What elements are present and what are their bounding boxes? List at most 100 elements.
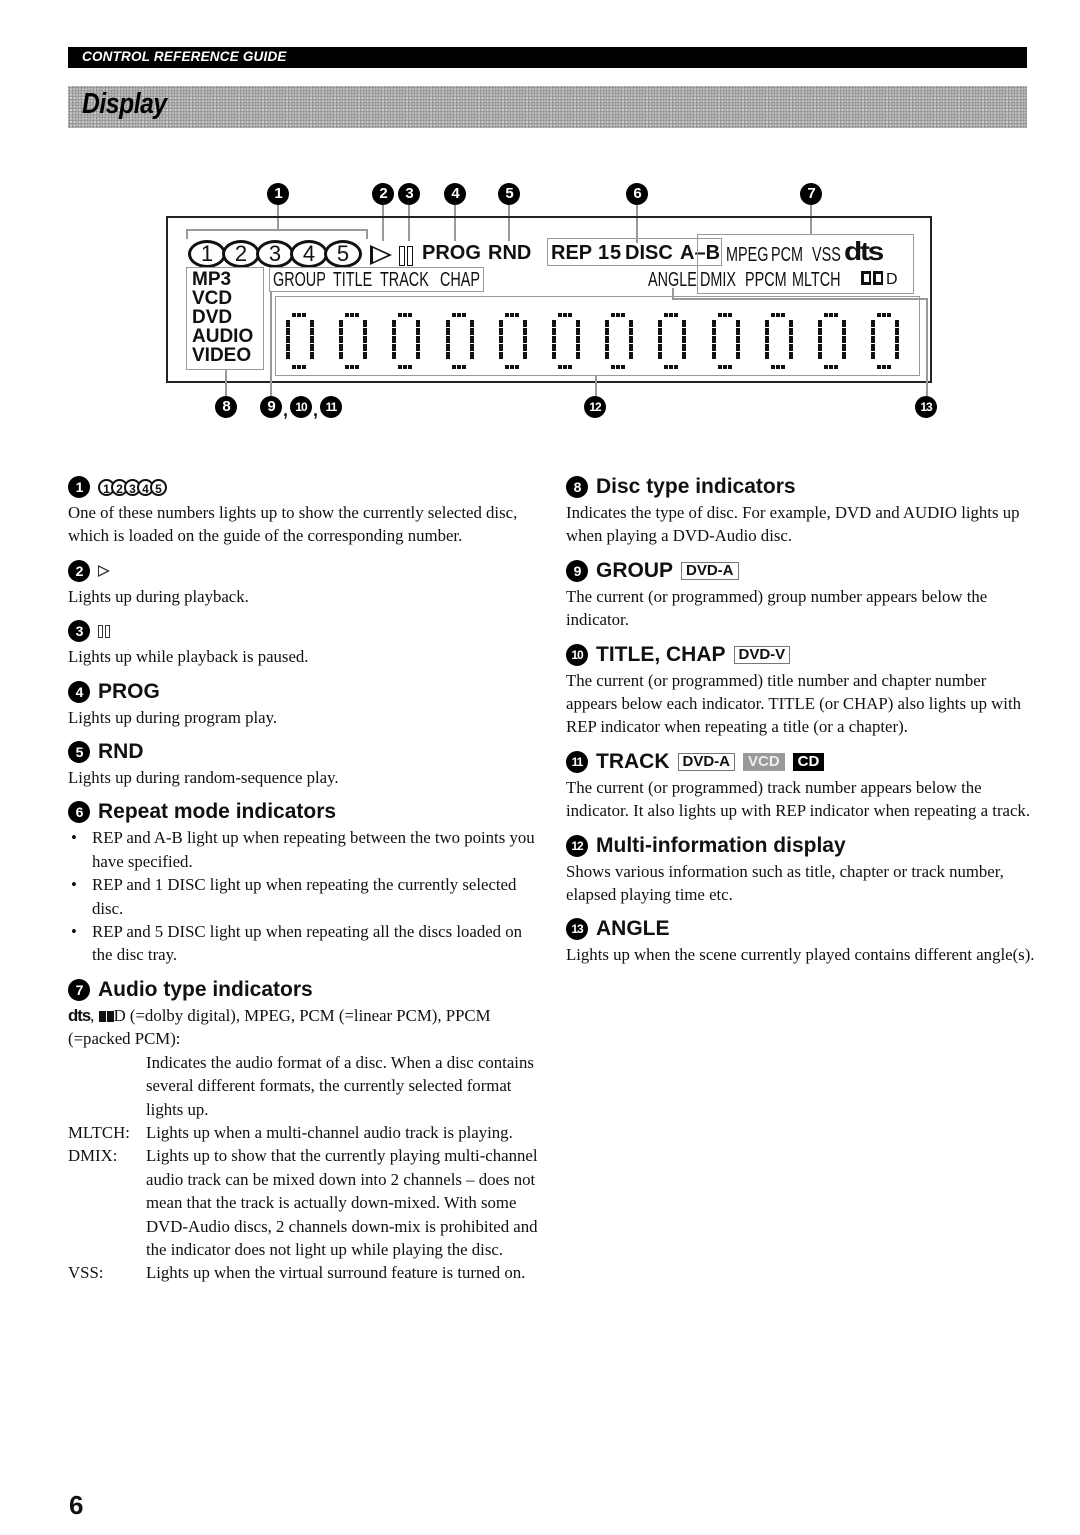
digit-segment-dot [509,365,514,369]
digit-segment-dot [469,339,474,343]
digit-segment-dot [292,313,296,317]
digit-segment-dot [355,365,360,369]
angle-indicator: ANGLE [648,269,697,291]
display-digit [550,313,582,369]
definition-desc: Lights up to show that the currently pla… [146,1146,538,1259]
dts-logo: dts [68,1005,91,1025]
display-digit [869,313,901,369]
section-heading: 1 1 2 3 4 5 [68,474,538,500]
digit-segment-dot [780,313,785,317]
digit-segment-dot [552,331,556,335]
digit-segment-dot [514,313,519,317]
callout-7: 7 [800,183,822,205]
digit-segment-dot [392,323,397,327]
disc-number-icons: 1 2 3 4 5 [98,478,167,496]
digit-segment-dot [286,331,290,335]
section-heading: 4 PROG [68,679,538,705]
mpeg-indicator: MPEG [726,244,769,266]
digit-segment-dot [568,313,572,317]
section-number: 4 [68,680,90,703]
leader-line [270,292,272,396]
digit-segment-dot [887,365,892,369]
digit-segment-dot [350,365,355,369]
digit-segment-dot [509,313,514,317]
section-number: 13 [566,918,588,941]
digit-segment-dot [727,365,732,369]
dolby-digital-logo [106,1010,114,1022]
digit-segment-dot [552,347,556,351]
dmix-indicator: DMIX [700,269,736,291]
section-number: 10 [566,643,588,666]
digit-segment-dot [445,331,450,335]
digit-segment-dot [788,339,793,343]
section-heading: 13 ANGLE [566,916,1036,942]
bullet-item: REP and A-B light up when repeating betw… [68,826,538,873]
digit-segment-dot [895,355,900,359]
display-digit [444,313,476,369]
digit-segment-dot [363,339,368,343]
section-number: 11 [566,750,588,773]
title-indicator: TITLE [333,269,373,291]
digit-segment-dot [522,339,527,343]
section-heading: 9 GROUP DVD-A [566,558,1036,584]
pcm-indicator: PCM [771,244,804,266]
digit-segment-dot [363,323,368,327]
digit-segment-dot [664,313,669,317]
digit-segment-dot [735,347,740,351]
digit-segment-dot [834,365,838,369]
digit-segment-dot [456,313,461,317]
digit-segment-dot [616,313,621,317]
section-pause: 3 Lights up while playback is paused. [68,618,538,668]
digit-segment-dot [522,331,527,335]
section-number: 1 [68,476,90,498]
section-heading: 12 Multi-information display [566,833,1036,859]
digit-segment-dot [310,355,314,359]
section-multi-info: 12 Multi-information display Shows vario… [566,833,1036,907]
disc-1-indicator: 1 [598,242,610,264]
display-digit [284,313,316,369]
section-disc-numbers: 1 1 2 3 4 5 One of these numbers lights … [68,474,538,548]
digit-segment-dot [780,365,785,369]
chap-indicator: CHAP [440,269,481,291]
section-repeat-mode: 6 Repeat mode indicators REP and A-B lig… [68,799,538,966]
digit-segment-dot [818,347,822,351]
digit-segment-dot [522,355,527,359]
digit-segment-dot [451,313,456,317]
digit-segment-dot [403,365,408,369]
digit-segment-dot [818,339,822,343]
section-body: Indicates the type of disc. For example,… [566,503,1020,546]
digit-segment-dot [788,355,793,359]
digit-segment-dot [461,365,466,369]
vss-indicator: VSS [812,244,841,266]
digit-segment-dot [310,323,314,327]
digit-segment-dot [363,355,368,359]
leader-line [595,376,597,396]
leader-line [926,298,928,396]
digit-segment-dot [775,365,780,369]
callout-13: 13 [915,396,937,418]
section-title: Disc type indicators [596,475,796,498]
section-title: PROG [98,679,160,703]
digit-segment-dot [445,355,450,359]
digit-segment-dot [764,323,769,327]
digit-segment-dot [522,347,527,351]
disc-type-audio: AUDIO [192,326,254,347]
audio-definitions: dts, D (=dolby digital), MPEG, PCM (=lin… [68,1004,538,1285]
digit-segment-dot [286,347,290,351]
page-number: 6 [69,1490,84,1520]
digit-segment-dot [605,355,610,359]
section-number: 2 [68,559,90,582]
bullet-list: REP and A-B light up when repeating betw… [68,826,538,966]
digit-segment-dot [674,365,679,369]
audio-format-list: D (=dolby digital), MPEG, PCM (=linear P… [68,1005,491,1049]
pause-icon [105,624,110,638]
ppcm-indicator: PPCM [745,269,787,291]
section-angle: 13 ANGLE Lights up when the scene curren… [566,916,1036,966]
digit-segment-dot [392,339,397,343]
section-heading: 5 RND [68,739,538,765]
section-title: TRACK [596,749,670,773]
digit-segment-dot [775,313,780,317]
section-heading: 8 Disc type indicators [566,474,1036,500]
display-digit [763,313,795,369]
display-digit [603,313,635,369]
